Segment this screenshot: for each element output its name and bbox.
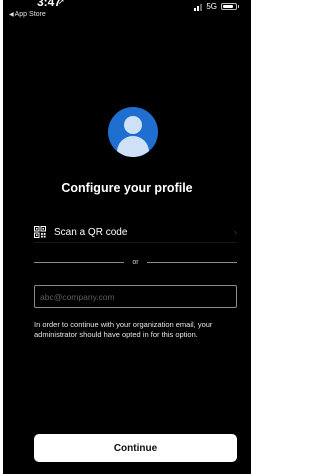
signal-icon	[194, 3, 203, 11]
location-icon: ➚	[58, 0, 65, 6]
network-label: 5G	[206, 2, 217, 11]
divider-text: or	[132, 259, 139, 266]
status-indicators: 5G	[194, 2, 239, 11]
screen: 3:47 ➚ ◀ App Store 5G Configure your pro…	[3, 0, 251, 474]
or-divider: or	[34, 259, 238, 266]
email-field[interactable]	[34, 285, 237, 308]
continue-button[interactable]: Continue	[34, 434, 237, 462]
qr-code-icon	[34, 226, 46, 238]
battery-icon	[221, 3, 239, 10]
scan-qr-code-option[interactable]: Scan a QR code ›	[34, 222, 237, 243]
divider-line	[34, 262, 125, 263]
person-icon	[108, 107, 158, 157]
divider-line	[146, 262, 238, 263]
qr-option-label: Scan a QR code	[54, 226, 128, 238]
chevron-right-icon: ›	[234, 227, 237, 237]
back-label: App Store	[14, 11, 46, 18]
back-to-app-store[interactable]: ◀ App Store	[9, 11, 46, 18]
page-title: Configure your profile	[61, 181, 193, 195]
help-text: In order to continue with your organizat…	[34, 320, 213, 339]
back-arrow-icon: ◀	[9, 12, 14, 18]
